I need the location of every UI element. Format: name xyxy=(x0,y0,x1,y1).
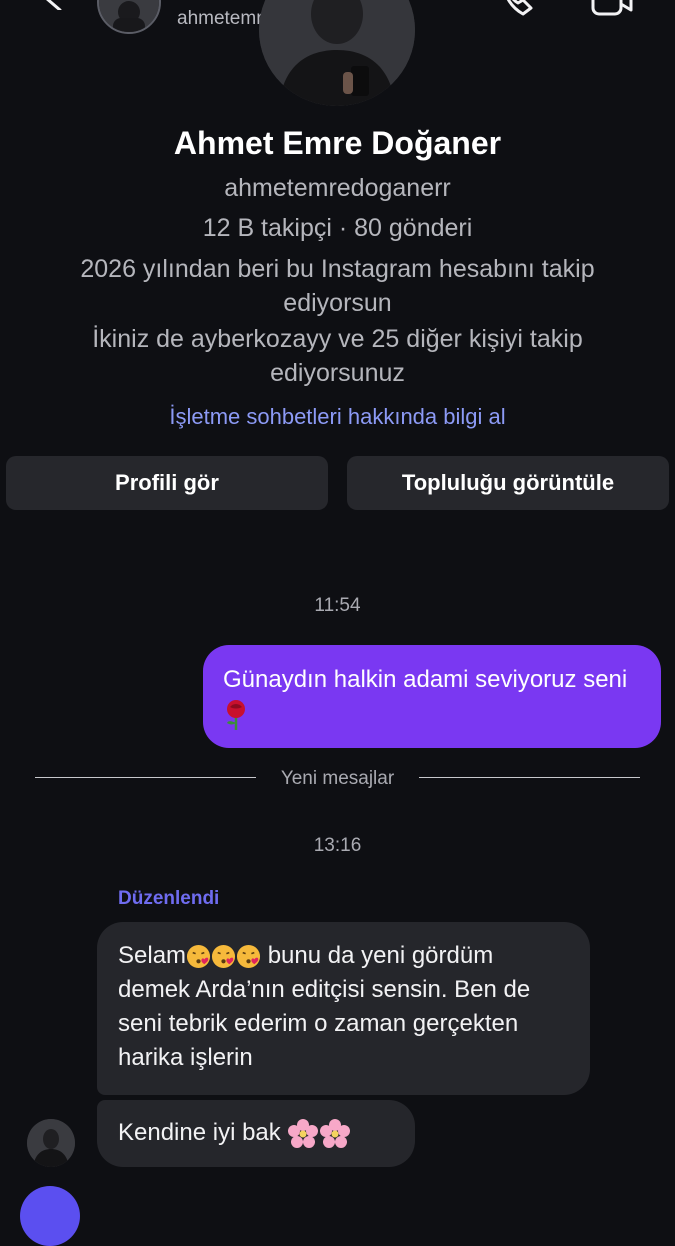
kissing-face-emoji-icon xyxy=(186,945,211,969)
received-message-bubble[interactable]: Kendine iyi bak xyxy=(97,1100,415,1167)
sent-message-bubble[interactable]: Günaydın halkin adami seviyoruz seni xyxy=(203,645,661,748)
kissing-face-emoji-icon xyxy=(236,945,261,969)
profile-avatar[interactable] xyxy=(259,0,415,106)
edited-label: Düzenlendi xyxy=(118,888,220,909)
new-messages-label: Yeni mesajlar xyxy=(280,768,395,789)
view-community-button[interactable]: Topluluğu görüntüle xyxy=(347,456,669,510)
message-timestamp: 11:54 xyxy=(314,595,361,616)
camera-button[interactable] xyxy=(20,1186,80,1246)
new-messages-divider-left xyxy=(35,777,256,778)
profile-stats: 12 B takipçi · 80 gönderi xyxy=(202,214,473,242)
message-timestamp: 13:16 xyxy=(313,835,362,856)
kissing-face-emoji-icon xyxy=(211,945,236,969)
rose-emoji-icon xyxy=(227,699,245,730)
profile-handle: ahmetemredoganerr xyxy=(224,174,451,202)
follow-since-text: 2026 yılından beri bu Instagram hesabını… xyxy=(80,255,595,317)
received-message-bubble[interactable]: Selam bunu da yeni gördüm demek Arda’nın… xyxy=(97,922,590,1095)
mutual-followers-text: İkiniz de ayberkozayy ve 25 diğer kişiyi… xyxy=(92,325,583,387)
received-message-prefix: Selam xyxy=(118,942,187,969)
received-message-text: Kendine iyi bak xyxy=(118,1119,281,1146)
cherry-blossom-emoji-icon xyxy=(288,1118,319,1148)
business-chats-info-link[interactable]: İşletme sohbetleri hakkında bilgi al xyxy=(0,404,675,430)
profile-name: Ahmet Emre Doğaner xyxy=(173,125,502,161)
phone-call-icon[interactable] xyxy=(497,0,537,18)
video-call-icon[interactable] xyxy=(590,0,634,18)
new-messages-divider-right xyxy=(419,777,640,778)
view-profile-button[interactable]: Profili gör xyxy=(6,456,328,510)
cherry-blossom-emoji-icon xyxy=(320,1118,351,1148)
back-arrow-icon[interactable] xyxy=(38,0,66,10)
header-avatar[interactable] xyxy=(97,0,161,34)
sent-message-text: Günaydın halkin adami seviyoruz seni xyxy=(223,666,628,693)
sender-avatar[interactable] xyxy=(27,1119,75,1167)
